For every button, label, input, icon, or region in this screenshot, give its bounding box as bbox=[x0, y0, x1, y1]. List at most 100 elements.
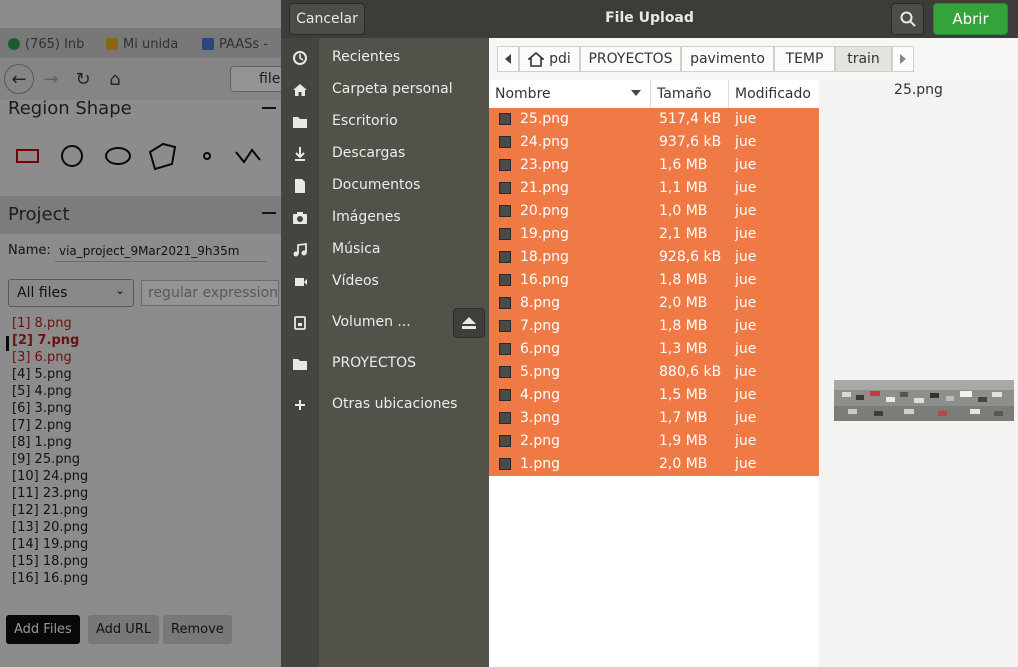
file-row[interactable]: 5.png 880,6 kB jue bbox=[489, 361, 819, 384]
file-modified: jue bbox=[735, 364, 757, 380]
path-label: PROYECTOS bbox=[588, 51, 673, 67]
sidebar-item-documentos[interactable]: Documentos bbox=[281, 170, 489, 202]
file-modified: jue bbox=[735, 134, 757, 150]
image-file-icon bbox=[499, 274, 511, 286]
file-row[interactable]: 6.png 1,3 MB jue bbox=[489, 338, 819, 361]
image-file-icon bbox=[499, 458, 511, 470]
file-name: 20.png bbox=[520, 203, 569, 219]
image-file-icon bbox=[499, 182, 511, 194]
file-size: 2,1 MB bbox=[659, 226, 708, 242]
file-modified: jue bbox=[735, 180, 757, 196]
sidebar-item-recientes[interactable]: Recientes bbox=[281, 42, 489, 74]
clock-icon bbox=[293, 51, 307, 65]
file-name: 8.png bbox=[520, 295, 561, 311]
download-icon bbox=[295, 147, 305, 161]
column-header-size[interactable]: Tamaño bbox=[651, 80, 729, 108]
file-row[interactable]: 16.png 1,8 MB jue bbox=[489, 269, 819, 292]
file-row[interactable]: 21.png 1,1 MB jue bbox=[489, 177, 819, 200]
path-button-temp[interactable]: TEMP bbox=[774, 46, 835, 72]
file-size: 1,0 MB bbox=[659, 203, 708, 219]
path-label: TEMP bbox=[785, 51, 824, 67]
file-row[interactable]: 4.png 1,5 MB jue bbox=[489, 384, 819, 407]
file-modified: jue bbox=[735, 272, 757, 288]
column-header-name[interactable]: Nombre bbox=[489, 80, 651, 108]
file-list: Nombre Tamaño Modificado 25.png 517,4 kB j… bbox=[489, 80, 819, 667]
column-header-modified[interactable]: Modificado bbox=[729, 80, 819, 108]
file-row[interactable]: 7.png 1,8 MB jue bbox=[489, 315, 819, 338]
home-icon bbox=[528, 51, 545, 67]
file-row[interactable]: 1.png 2,0 MB jue bbox=[489, 453, 819, 476]
open-button[interactable]: Abrir bbox=[933, 3, 1008, 35]
places-sidebar: Recientes Carpeta personal Escritorio De… bbox=[281, 38, 489, 667]
file-size: 2,0 MB bbox=[659, 295, 708, 311]
sidebar-item-proyectos[interactable]: PROYECTOS bbox=[281, 348, 489, 380]
file-row[interactable]: 20.png 1,0 MB jue bbox=[489, 200, 819, 223]
chevron-right-icon bbox=[900, 54, 906, 64]
path-left-arrow[interactable] bbox=[497, 46, 519, 72]
eject-button[interactable] bbox=[453, 308, 485, 338]
file-modified: jue bbox=[735, 157, 757, 173]
image-file-icon bbox=[499, 205, 511, 217]
file-name: 1.png bbox=[520, 456, 561, 472]
file-row[interactable]: 18.png 928,6 kB jue bbox=[489, 246, 819, 269]
path-button-pavimento[interactable]: pavimento bbox=[681, 46, 774, 72]
sidebar-item-otras-ubicaciones[interactable]: Otras ubicaciones bbox=[281, 389, 489, 421]
image-file-icon bbox=[499, 366, 511, 378]
path-bar: pdi PROYECTOS pavimento TEMP train bbox=[489, 38, 1018, 80]
file-row[interactable]: 25.png 517,4 kB jue bbox=[489, 108, 819, 131]
document-icon bbox=[295, 179, 305, 193]
file-size: 1,6 MB bbox=[659, 157, 708, 173]
sidebar-item-label: Recientes bbox=[332, 49, 401, 65]
preview-filename: 25.png bbox=[894, 82, 943, 98]
image-file-icon bbox=[499, 113, 511, 125]
path-button-train[interactable]: train bbox=[835, 46, 892, 72]
sort-descending-icon bbox=[631, 90, 641, 96]
file-modified: jue bbox=[735, 203, 757, 219]
file-row[interactable]: 8.png 2,0 MB jue bbox=[489, 292, 819, 315]
file-size: 517,4 kB bbox=[659, 111, 722, 127]
sidebar-item-videos[interactable]: Vídeos bbox=[281, 266, 489, 298]
sidebar-item-carpeta-personal[interactable]: Carpeta personal bbox=[281, 74, 489, 106]
path-label: train bbox=[847, 51, 880, 67]
sidebar-item-label: Vídeos bbox=[332, 273, 379, 289]
drive-icon bbox=[294, 316, 306, 330]
file-row[interactable]: 24.png 937,6 kB jue bbox=[489, 131, 819, 154]
search-button[interactable] bbox=[891, 3, 924, 35]
file-row[interactable]: 23.png 1,6 MB jue bbox=[489, 154, 819, 177]
path-button-proyectos[interactable]: PROYECTOS bbox=[580, 46, 681, 72]
path-right-arrow[interactable] bbox=[892, 46, 914, 72]
file-name: 7.png bbox=[520, 318, 561, 334]
file-upload-dialog: Cancelar File Upload Abrir Recientes Car… bbox=[281, 0, 1018, 667]
sidebar-item-label: Descargas bbox=[332, 145, 406, 161]
path-label: pdi bbox=[549, 51, 571, 67]
image-file-icon bbox=[499, 412, 511, 424]
camera-icon bbox=[293, 212, 307, 224]
preview-pane: 25.png bbox=[819, 80, 1018, 667]
file-size: 1,1 MB bbox=[659, 180, 708, 196]
sidebar-item-imagenes[interactable]: Imágenes bbox=[281, 202, 489, 234]
file-row[interactable]: 19.png 2,1 MB jue bbox=[489, 223, 819, 246]
file-size: 1,9 MB bbox=[659, 433, 708, 449]
sidebar-item-descargas[interactable]: Descargas bbox=[281, 138, 489, 170]
file-row[interactable]: 2.png 1,9 MB jue bbox=[489, 430, 819, 453]
file-name: 21.png bbox=[520, 180, 569, 196]
preview-thumbnail bbox=[834, 380, 1014, 421]
column-label: Tamaño bbox=[657, 86, 712, 102]
image-file-icon bbox=[499, 343, 511, 355]
file-name: 4.png bbox=[520, 387, 561, 403]
file-rows: 25.png 517,4 kB jue 24.png 937,6 kB jue 23.png… bbox=[489, 108, 819, 476]
image-file-icon bbox=[499, 251, 511, 263]
image-file-icon bbox=[499, 297, 511, 309]
image-file-icon bbox=[499, 389, 511, 401]
search-icon bbox=[900, 11, 916, 27]
file-size: 1,5 MB bbox=[659, 387, 708, 403]
sidebar-item-label: Carpeta personal bbox=[332, 81, 453, 97]
sidebar-item-musica[interactable]: Música bbox=[281, 234, 489, 266]
file-size: 880,6 kB bbox=[659, 364, 722, 380]
video-icon bbox=[295, 278, 307, 286]
path-button-pdi[interactable]: pdi bbox=[519, 46, 580, 72]
sidebar-item-escritorio[interactable]: Escritorio bbox=[281, 106, 489, 138]
file-size: 2,0 MB bbox=[659, 456, 708, 472]
file-row[interactable]: 3.png 1,7 MB jue bbox=[489, 407, 819, 430]
file-modified: jue bbox=[735, 295, 757, 311]
